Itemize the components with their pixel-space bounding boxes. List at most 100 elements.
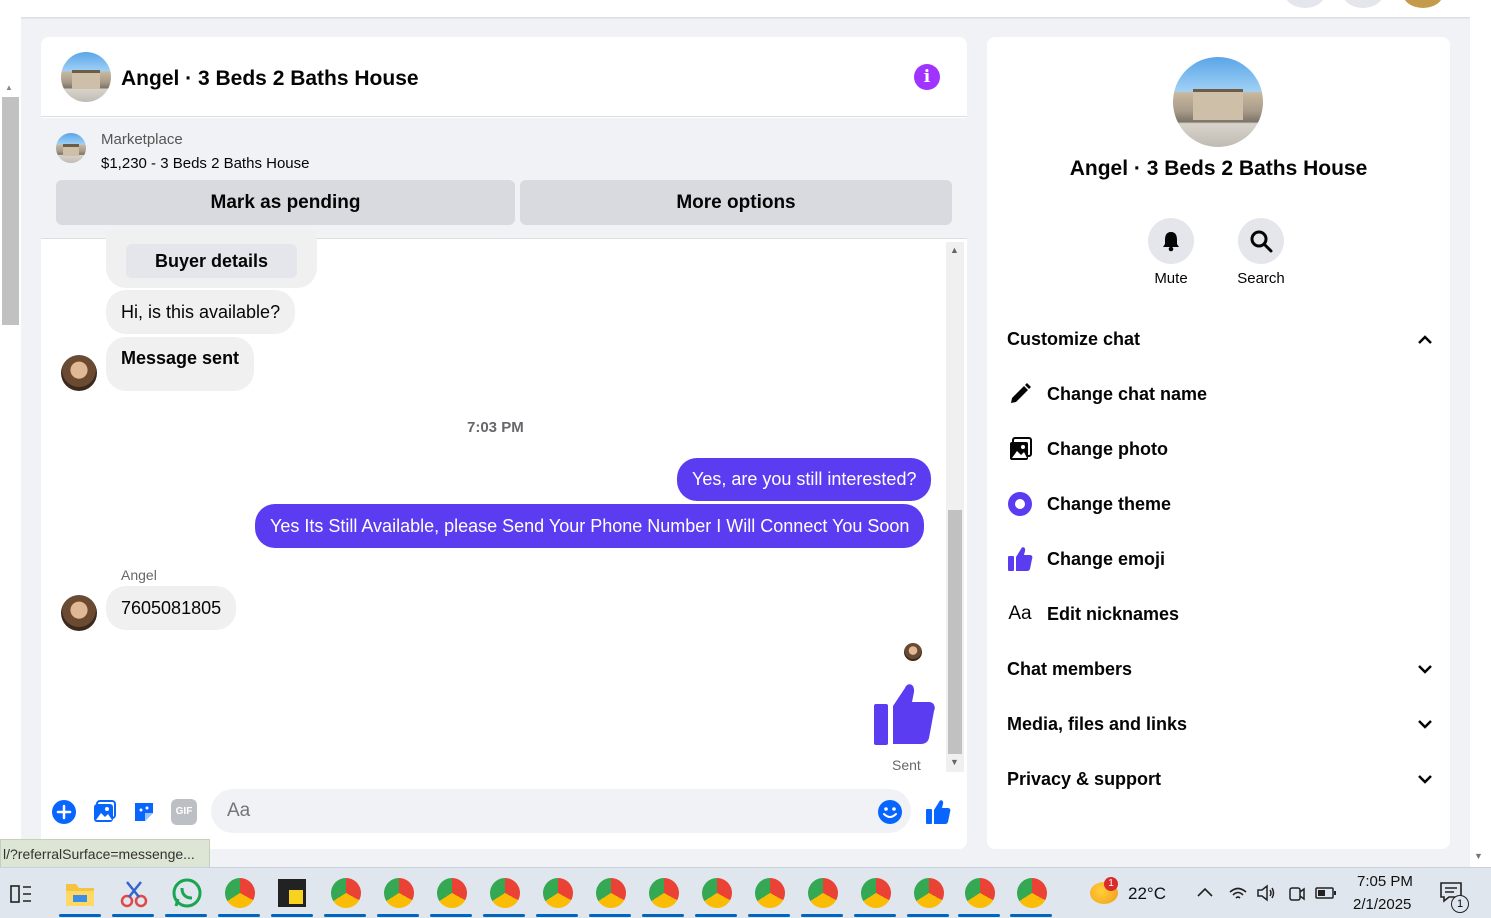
- clock-date[interactable]: 2/1/2025: [1353, 896, 1411, 913]
- top-nav-button[interactable]: [1285, 0, 1325, 8]
- volume-icon[interactable]: [1256, 883, 1276, 903]
- change-chat-name-label: Change chat name: [1047, 383, 1208, 404]
- mute-button[interactable]: [1148, 218, 1194, 264]
- message-input[interactable]: [211, 789, 911, 833]
- photo-icon: [1010, 437, 1032, 460]
- listing-thumbnail[interactable]: [56, 133, 86, 163]
- media-files-links-section[interactable]: Media, files and links: [1007, 709, 1432, 739]
- page-scrollbar[interactable]: ▼: [1470, 0, 1491, 867]
- profile-avatar[interactable]: [1403, 0, 1443, 8]
- chat-title[interactable]: Angel · 3 Beds 2 Baths House: [121, 67, 419, 91]
- chat-header: Angel · 3 Beds 2 Baths House i: [41, 37, 967, 117]
- emoji-icon[interactable]: [877, 799, 903, 825]
- chrome-icon[interactable]: [543, 878, 573, 908]
- battery-icon[interactable]: [1315, 886, 1337, 900]
- top-nav-button[interactable]: [1343, 0, 1383, 8]
- chrome-icon[interactable]: [702, 878, 732, 908]
- clock-time[interactable]: 7:05 PM: [1357, 873, 1413, 890]
- thumbs-up-icon[interactable]: [873, 680, 935, 745]
- chrome-icon[interactable]: [861, 878, 891, 908]
- chat-avatar[interactable]: [61, 52, 111, 102]
- edit-nicknames-label: Edit nicknames: [1047, 603, 1180, 624]
- more-options-button[interactable]: More options: [520, 180, 952, 225]
- contact-avatar[interactable]: [61, 355, 97, 391]
- active-indicator: [59, 914, 101, 917]
- meet-icon[interactable]: [1288, 883, 1306, 903]
- outgoing-message[interactable]: Yes, are you still interested?: [677, 458, 932, 501]
- scroll-down-icon[interactable]: ▼: [1474, 851, 1483, 861]
- chat-info-panel: Angel · 3 Beds 2 Baths House Mute Search…: [987, 37, 1450, 849]
- outgoing-message[interactable]: Yes Its Still Available, please Send You…: [255, 504, 925, 548]
- chrome-icon[interactable]: [965, 878, 995, 908]
- mark-as-pending-button[interactable]: Mark as pending: [56, 180, 515, 225]
- active-indicator: [483, 914, 525, 917]
- active-indicator: [271, 914, 313, 917]
- edit-nicknames-option[interactable]: Aa Edit nicknames: [1007, 599, 1179, 629]
- scroll-up-icon[interactable]: ▲: [950, 245, 959, 255]
- chat-profile-photo[interactable]: [1173, 57, 1263, 147]
- privacy-support-label: Privacy & support: [1007, 768, 1162, 789]
- chrome-icon[interactable]: [384, 878, 414, 908]
- search-icon: [1250, 230, 1273, 253]
- change-emoji-option[interactable]: Change emoji: [1007, 544, 1165, 574]
- chevron-down-icon: [1418, 774, 1432, 784]
- active-indicator: [165, 914, 207, 917]
- whatsapp-icon[interactable]: [172, 878, 202, 908]
- chrome-icon[interactable]: [596, 878, 626, 908]
- info-icon[interactable]: i: [914, 64, 940, 90]
- weather-badge: 1: [1104, 877, 1118, 891]
- active-indicator: [536, 914, 578, 917]
- weather-temperature[interactable]: 22°C: [1128, 884, 1166, 904]
- thumbs-up-icon: [1008, 547, 1033, 571]
- wifi-icon[interactable]: [1228, 884, 1248, 902]
- change-theme-label: Change theme: [1047, 493, 1172, 514]
- sent-status: Sent: [892, 757, 921, 773]
- active-indicator: [854, 914, 896, 917]
- change-theme-option[interactable]: Change theme: [1007, 489, 1171, 519]
- contact-avatar[interactable]: [61, 595, 97, 631]
- scroll-thumb[interactable]: [2, 97, 19, 325]
- marketplace-label: Marketplace: [101, 131, 183, 148]
- chrome-icon[interactable]: [490, 878, 520, 908]
- search-button[interactable]: [1238, 218, 1284, 264]
- scroll-down-icon[interactable]: ▼: [950, 757, 959, 767]
- photo-icon[interactable]: [91, 799, 117, 825]
- active-indicator: [430, 914, 472, 917]
- chrome-icon[interactable]: [914, 878, 944, 908]
- change-photo-option[interactable]: Change photo: [1007, 434, 1168, 464]
- thread-scrollbar[interactable]: ▲ ▼: [946, 242, 964, 772]
- incoming-message[interactable]: Message sent: [106, 337, 255, 391]
- file-explorer-icon[interactable]: [65, 879, 95, 907]
- chat-members-section[interactable]: Chat members: [1007, 654, 1432, 684]
- task-view-icon[interactable]: [10, 883, 32, 905]
- chrome-icon[interactable]: [331, 878, 361, 908]
- sticker-icon[interactable]: [131, 799, 157, 825]
- chrome-icon[interactable]: [1017, 878, 1047, 908]
- chrome-icon[interactable]: [225, 878, 255, 908]
- sticky-notes-icon[interactable]: [278, 879, 306, 907]
- gif-icon[interactable]: GIF: [171, 799, 197, 825]
- active-indicator: [112, 914, 154, 917]
- snipping-tool-icon[interactable]: [119, 879, 149, 909]
- chrome-icon[interactable]: [649, 878, 679, 908]
- left-scrollbar[interactable]: ▲: [0, 17, 21, 867]
- active-indicator: [748, 914, 790, 917]
- chrome-icon[interactable]: [755, 878, 785, 908]
- buyer-details-button[interactable]: Buyer details: [126, 244, 297, 278]
- chat-panel: Angel · 3 Beds 2 Baths House i Marketpla…: [41, 37, 967, 849]
- scroll-up-icon[interactable]: ▲: [5, 83, 13, 92]
- change-chat-name-option[interactable]: Change chat name: [1007, 379, 1207, 409]
- customize-chat-section[interactable]: Customize chat: [1007, 324, 1432, 354]
- scroll-thumb[interactable]: [948, 510, 962, 754]
- incoming-message[interactable]: Hi, is this available?: [106, 290, 296, 334]
- chrome-icon[interactable]: [808, 878, 838, 908]
- incoming-message[interactable]: 7605081805: [106, 586, 237, 630]
- chevron-up-icon[interactable]: [1197, 886, 1213, 898]
- privacy-support-section[interactable]: Privacy & support: [1007, 764, 1432, 794]
- listing-title[interactable]: $1,230 - 3 Beds 2 Baths House: [101, 155, 309, 172]
- chrome-icon[interactable]: [437, 878, 467, 908]
- bell-icon: [1163, 232, 1179, 252]
- change-emoji-label: Change emoji: [1047, 548, 1166, 569]
- like-icon[interactable]: [925, 799, 951, 825]
- plus-icon[interactable]: [51, 799, 77, 825]
